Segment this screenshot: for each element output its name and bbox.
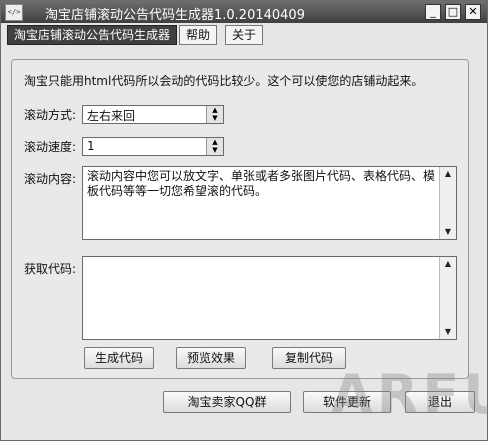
code-output-textarea[interactable]: ▲ ▼ [82, 256, 457, 340]
content-text: 滚动内容中您可以放文字、单张或者多张图片代码、表格代码、模板代码等等一切您希望滚… [87, 169, 436, 198]
scroll-speed-select[interactable]: 1 ▲ ▼ [82, 137, 224, 156]
title-bar[interactable]: </> 淘宝店铺滚动公告代码生成器1.0.20140409 _ □ ✕ [1, 1, 487, 23]
get-code-label: 获取代码: [24, 262, 77, 276]
scroll-mode-value: 左右来回 [87, 109, 136, 123]
app-window: </> 淘宝店铺滚动公告代码生成器1.0.20140409 _ □ ✕ 淘宝店铺… [0, 0, 488, 441]
minimize-button[interactable]: _ [425, 4, 441, 20]
scroll-down-icon[interactable]: ▼ [440, 325, 456, 339]
select-arrow-icon: ▲ ▼ [206, 106, 223, 123]
content-textarea[interactable]: 滚动内容中您可以放文字、单张或者多张图片代码、表格代码、模板代码等等一切您希望滚… [82, 166, 457, 240]
app-icon: </> [5, 4, 23, 21]
tab-generator[interactable]: 淘宝店铺滚动公告代码生成器 [7, 25, 178, 45]
watermark: ARFUN [331, 363, 488, 426]
generate-code-button[interactable]: 生成代码 [84, 347, 154, 369]
preview-button[interactable]: 预览效果 [176, 347, 246, 369]
select-arrow-icon: ▲ ▼ [206, 138, 223, 155]
generator-panel: 淘宝只能用html代码所以会动的代码比较少。这个可以使您的店铺动起来。 滚动方式… [11, 59, 469, 379]
tab-about[interactable]: 关于 [225, 25, 264, 45]
scroll-up-icon[interactable]: ▲ [440, 167, 456, 181]
close-button[interactable]: ✕ [465, 4, 481, 20]
scroll-speed-value: 1 [87, 139, 95, 153]
scroll-mode-select[interactable]: 左右来回 ▲ ▼ [82, 105, 224, 124]
scroll-mode-label: 滚动方式: [24, 108, 77, 122]
content-scrollbar[interactable]: ▲ ▼ [439, 167, 456, 239]
scroll-up-icon[interactable]: ▲ [440, 257, 456, 271]
window-title: 淘宝店铺滚动公告代码生成器1.0.20140409 [45, 8, 305, 23]
scroll-speed-label: 滚动速度: [24, 140, 77, 154]
tab-help[interactable]: 帮助 [179, 25, 218, 45]
maximize-button[interactable]: □ [445, 4, 461, 20]
scroll-down-icon[interactable]: ▼ [440, 225, 456, 239]
menu-bar: 淘宝店铺滚动公告代码生成器 帮助 关于 [1, 23, 487, 45]
qq-group-button[interactable]: 淘宝卖家QQ群 [163, 391, 291, 413]
content-label: 滚动内容: [24, 172, 77, 186]
description-text: 淘宝只能用html代码所以会动的代码比较少。这个可以使您的店铺动起来。 [24, 74, 424, 88]
code-output-scrollbar[interactable]: ▲ ▼ [439, 257, 456, 339]
